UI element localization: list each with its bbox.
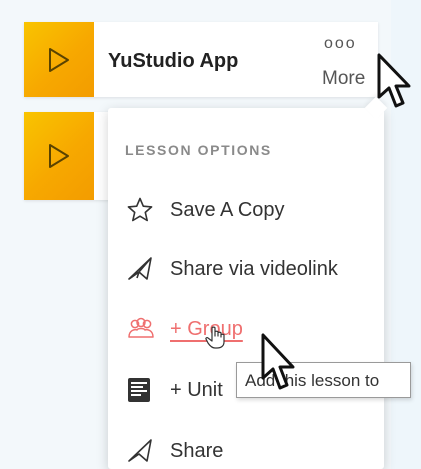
hand-cursor-icon: [205, 326, 225, 349]
group-icon: [126, 315, 158, 343]
share-videolink-menu-item[interactable]: Share via videolink: [126, 253, 338, 285]
lesson-title: YuStudio App: [108, 50, 239, 72]
pointer-cursor-icon: [261, 333, 295, 390]
share-menu-item[interactable]: Share: [126, 435, 223, 467]
menu-heading: LESSON OPTIONS: [125, 142, 272, 158]
save-copy-label: Save A Copy: [170, 198, 285, 221]
lesson-card[interactable]: YuStudio App ooo More: [24, 22, 378, 97]
lesson-thumbnail[interactable]: [24, 22, 94, 97]
lesson-card[interactable]: [24, 112, 110, 200]
pointer-cursor-icon: [377, 53, 411, 108]
unit-list-icon: [126, 376, 158, 404]
more-dots-icon[interactable]: ooo: [324, 36, 357, 52]
share-label: Share: [170, 439, 224, 462]
add-unit-label: + Unit: [170, 378, 223, 401]
lesson-thumbnail[interactable]: [24, 112, 94, 200]
star-icon: [126, 196, 158, 224]
share-videolink-label: Share via videolink: [170, 257, 338, 280]
more-button[interactable]: More: [322, 68, 365, 90]
lesson-options-menu: LESSON OPTIONS Save A Copy Share via vid…: [108, 96, 388, 469]
share-icon: [126, 437, 158, 465]
play-icon: [49, 144, 69, 168]
save-copy-menu-item[interactable]: Save A Copy: [126, 194, 285, 226]
add-unit-menu-item[interactable]: + Unit: [126, 374, 223, 406]
paper-plane-icon: [126, 255, 158, 283]
play-icon: [49, 47, 69, 72]
